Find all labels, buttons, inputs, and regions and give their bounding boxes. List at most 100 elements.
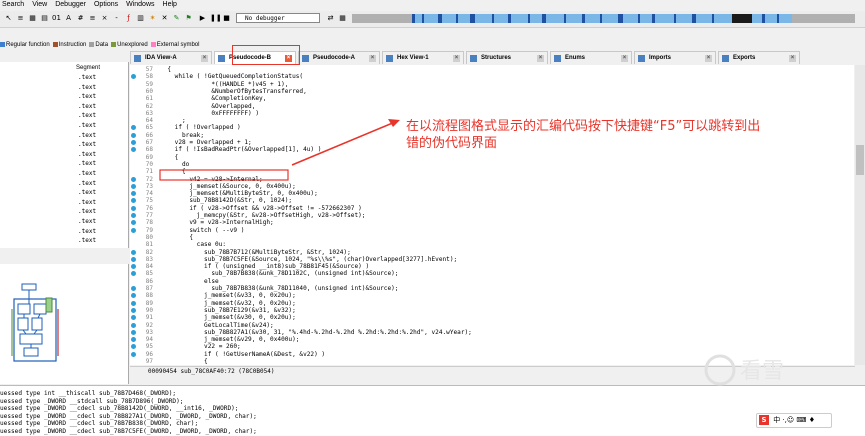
- svg-text:看雪: 看雪: [740, 359, 784, 384]
- stop-icon[interactable]: ■: [222, 14, 231, 23]
- toolbar: ↖ ≡ ▦ ▤ 01 A # ≡ × - ƒ ▥ ✶ ✕ ✎ ⚑ ▶ ❚❚ ■ …: [0, 11, 865, 28]
- segment-cell[interactable]: .text: [78, 170, 96, 177]
- arrow-line: [291, 121, 396, 166]
- segment-cell[interactable]: .text: [78, 218, 96, 225]
- tab-enums[interactable]: Enums ×: [550, 51, 632, 64]
- address-status-text: 00090454 sub_78C0AF40:72 (78C0B054): [148, 368, 275, 375]
- navigation-band[interactable]: [352, 14, 855, 23]
- tab-view-icon: [470, 55, 477, 62]
- undefine-icon[interactable]: ×: [100, 14, 109, 23]
- struct-icon[interactable]: ▥: [136, 14, 145, 23]
- output-line: uessed type _DWORD __stdcall sub_78B7D89…: [0, 397, 184, 405]
- align-icon[interactable]: ≡: [88, 14, 97, 23]
- graph-overview-thumbnail[interactable]: [0, 264, 128, 384]
- ime-mode-icons: 中 ·,☺ ⌨ ♦: [773, 416, 816, 424]
- segment-cell[interactable]: .text: [78, 112, 96, 119]
- scrollbar-thumb[interactable]: [856, 145, 864, 175]
- input-method-bar[interactable]: S 中 ·,☺ ⌨ ♦: [756, 413, 832, 428]
- pause-icon[interactable]: ❚❚: [210, 14, 222, 23]
- segment-cell[interactable]: .text: [78, 141, 96, 148]
- close-icon[interactable]: ×: [369, 55, 376, 62]
- segment-cell[interactable]: .text: [78, 199, 96, 206]
- menu-item[interactable]: Search: [2, 1, 24, 8]
- grid-icon[interactable]: ▦: [28, 14, 37, 23]
- tab-label: Exports: [733, 55, 756, 61]
- tab-pseudocode-a[interactable]: Pseudocode-A ×: [298, 51, 380, 64]
- cross-icon[interactable]: ✕: [160, 14, 169, 23]
- menu-item[interactable]: Windows: [126, 1, 154, 8]
- grid-view-icon[interactable]: ▦: [338, 14, 347, 23]
- legend-swatch: [111, 42, 117, 47]
- close-icon[interactable]: ×: [453, 55, 460, 62]
- tab-label: Pseudocode-A: [313, 55, 356, 61]
- tab-view-icon: [218, 55, 225, 62]
- pencil-icon[interactable]: ✎: [172, 14, 181, 23]
- segment-cell[interactable]: .text: [78, 93, 96, 100]
- tab-ida-view-a[interactable]: IDA View-A ×: [130, 51, 212, 64]
- arrow-icon[interactable]: ↖: [4, 14, 13, 23]
- legend-label: Regular function: [6, 42, 50, 48]
- dash-icon[interactable]: -: [112, 14, 121, 23]
- menu-item[interactable]: Help: [163, 1, 177, 8]
- segment-cell[interactable]: .text: [78, 237, 96, 244]
- tab-view-icon: [386, 55, 393, 62]
- legend-swatch: [150, 42, 156, 47]
- function-icon[interactable]: ƒ: [124, 14, 133, 23]
- binary-icon[interactable]: 01: [52, 14, 61, 23]
- tab-structures[interactable]: Structures ×: [466, 51, 548, 64]
- close-icon[interactable]: ×: [705, 55, 712, 62]
- annotation-overlay: [159, 119, 400, 181]
- segment-cell[interactable]: .text: [78, 228, 96, 235]
- output-line: uessed type _DWORD __cdecl sub_78B827A1(…: [0, 412, 257, 420]
- tab-label: Hex View-1: [397, 55, 429, 61]
- database-icon[interactable]: ▤: [40, 14, 49, 23]
- segment-cell[interactable]: .text: [78, 103, 96, 110]
- legend-label: Data: [95, 42, 109, 48]
- segment-column-header[interactable]: Segment: [76, 65, 100, 71]
- flag-icon[interactable]: ⚑: [184, 14, 193, 23]
- attach-icon[interactable]: ⇄: [326, 14, 335, 23]
- tab-hex-view-1[interactable]: Hex View-1 ×: [382, 51, 464, 64]
- debugger-select[interactable]: No debugger: [236, 13, 320, 23]
- close-icon[interactable]: ×: [621, 55, 628, 62]
- tab-exports[interactable]: Exports ×: [718, 51, 800, 64]
- hex-icon[interactable]: #: [76, 14, 85, 23]
- segment-cell[interactable]: .text: [78, 122, 96, 129]
- pseudocode-view[interactable]: 57 {58 while ( !GetQueuedCompletionStatu…: [130, 65, 854, 365]
- play-icon[interactable]: ▶: [198, 14, 207, 23]
- legend-item: Unexplored: [111, 42, 148, 48]
- text-icon[interactable]: A: [64, 14, 73, 23]
- graph-overview-panel[interactable]: [0, 264, 129, 384]
- menu-item[interactable]: View: [32, 1, 47, 8]
- segment-cell[interactable]: .text: [78, 160, 96, 167]
- output-line: uessed type _DWORD __cdecl sub_78B8142D(…: [0, 405, 239, 412]
- tab-label: Structures: [481, 55, 512, 61]
- menu-item[interactable]: Options: [94, 1, 118, 8]
- close-icon[interactable]: ×: [789, 55, 796, 62]
- list-icon[interactable]: ≡: [16, 14, 25, 23]
- menu-bar: Search View Debugger Options Windows Help: [0, 0, 865, 11]
- segment-cell[interactable]: .text: [78, 189, 96, 196]
- tab-imports[interactable]: Imports ×: [634, 51, 716, 64]
- legend-label: Unexplored: [117, 42, 148, 48]
- segment-cell[interactable]: .text: [78, 132, 96, 139]
- tab-view-icon: [134, 55, 141, 62]
- vertical-scrollbar[interactable]: [855, 65, 865, 365]
- ime-logo-icon: S: [759, 415, 769, 425]
- tab-view-icon: [722, 55, 729, 62]
- close-icon[interactable]: ×: [201, 55, 208, 62]
- segment-cell[interactable]: .text: [78, 84, 96, 91]
- segment-cell[interactable]: .text: [78, 151, 96, 158]
- debugger-select-value: No debugger: [245, 15, 285, 22]
- segment-cell[interactable]: .text: [78, 74, 96, 81]
- tab-highlight-box: [232, 45, 300, 65]
- star-icon[interactable]: ✶: [148, 14, 157, 23]
- output-line: uessed type _DWORD __cdecl sub_78B7B838(…: [0, 420, 199, 427]
- close-icon[interactable]: ×: [537, 55, 544, 62]
- tab-view-icon: [302, 55, 309, 62]
- segment-cell[interactable]: .text: [78, 180, 96, 187]
- output-window: uessed type int __thiscall sub_78B7D468(…: [0, 385, 865, 436]
- menu-item[interactable]: Debugger: [55, 1, 86, 8]
- highlight-box: [159, 169, 289, 181]
- segment-cell[interactable]: .text: [78, 208, 96, 215]
